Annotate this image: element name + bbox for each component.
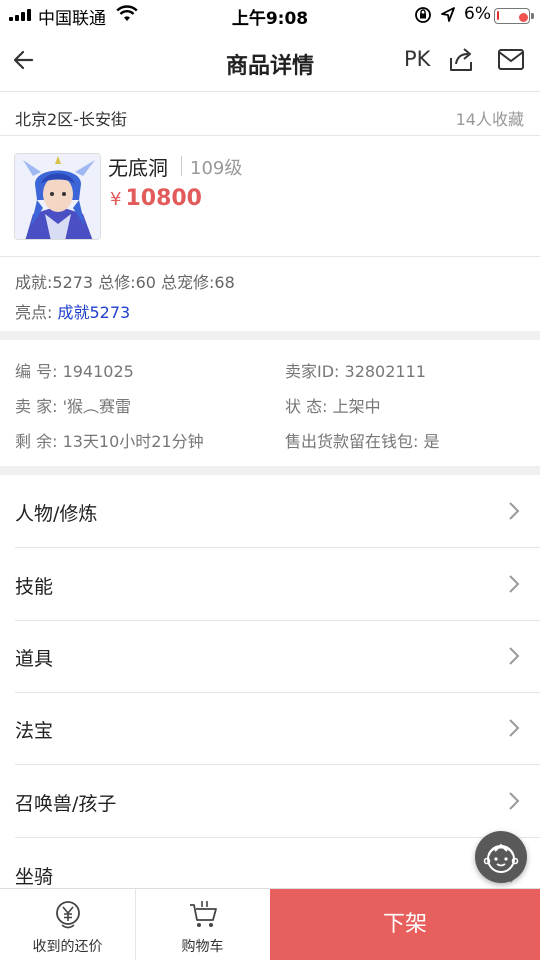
menu-item-label: 坐骑 <box>15 866 54 888</box>
item-level: 109级 <box>190 158 243 179</box>
menu-item-treasures[interactable]: 法宝 <box>0 692 540 765</box>
menu-item-label: 技能 <box>15 576 54 598</box>
listing-status: 状 态: 上架中 <box>285 397 381 416</box>
bottom-action-bar: 收到的还价 购物车 下架 <box>0 888 540 960</box>
seller-name: 卖 家: '猴︵赛雷 <box>15 397 131 416</box>
cart-icon <box>189 901 217 927</box>
stats-summary: 成就:5273 总修:60 总宠修:68 <box>15 273 235 292</box>
chevron-right-icon <box>509 502 520 520</box>
listing-info: 编 号: 1941025 卖家ID: 32802111 卖 家: '猴︵赛雷 状… <box>0 340 540 466</box>
assistant-face-icon <box>483 843 519 873</box>
chevron-right-icon <box>509 792 520 810</box>
share-icon[interactable] <box>446 44 476 74</box>
divider <box>181 156 182 176</box>
section-gap <box>0 466 540 475</box>
menu-item-label: 召唤兽/孩子 <box>15 793 117 815</box>
highlight-label: 亮点: <box>15 303 53 322</box>
menu-item-label: 法宝 <box>15 720 54 742</box>
menu-item-items[interactable]: 道具 <box>0 620 540 693</box>
highlight-value[interactable]: 成就5273 <box>58 303 131 322</box>
menu-item-character[interactable]: 人物/修炼 <box>0 475 540 548</box>
item-price: ¥10800 <box>110 186 202 211</box>
status-bar: 中国联通 上午9:08 6% <box>0 0 540 30</box>
delist-button[interactable]: 下架 <box>270 889 540 960</box>
currency-symbol: ¥ <box>110 189 122 210</box>
server-location: 北京2区-长安街 <box>15 110 127 129</box>
listing-id: 编 号: 1941025 <box>15 362 134 381</box>
menu-item-skills[interactable]: 技能 <box>0 548 540 621</box>
menu-item-label: 人物/修炼 <box>15 503 98 525</box>
favorite-count[interactable]: 14人收藏 <box>456 106 524 130</box>
mail-icon[interactable] <box>496 44 528 74</box>
offers-label: 收到的还价 <box>32 939 103 955</box>
item-card: 无底洞 109级 ¥10800 <box>0 136 540 257</box>
rotation-lock-icon <box>415 7 431 23</box>
pk-button[interactable]: PK <box>404 47 430 71</box>
chevron-right-icon <box>509 719 520 737</box>
battery-fill <box>497 11 499 20</box>
cart-label: 购物车 <box>181 939 224 955</box>
cart-tab[interactable]: 购物车 <box>135 889 270 960</box>
server-row: 北京2区-长安街 14人收藏 <box>0 92 540 136</box>
assistant-button[interactable] <box>475 831 527 883</box>
character-avatar[interactable] <box>14 153 101 240</box>
menu-item-label: 道具 <box>15 648 54 670</box>
wallet-setting: 售出货款留在钱包: 是 <box>285 432 440 451</box>
item-name: 无底洞 <box>108 156 168 180</box>
price-value: 10800 <box>125 186 202 211</box>
stats-section: 成就:5273 总修:60 总宠修:68 亮点: 成就5273 <box>0 257 540 331</box>
menu-item-summons[interactable]: 召唤兽/孩子 <box>0 765 540 838</box>
highlight-row: 亮点: 成就5273 <box>15 299 130 323</box>
time-remaining: 剩 余: 13天10小时21分钟 <box>15 432 204 451</box>
chevron-right-icon <box>509 575 520 593</box>
notification-dot <box>519 13 528 22</box>
nav-bar: 商品详情 PK <box>0 13 540 92</box>
chevron-right-icon <box>509 647 520 665</box>
location-arrow-icon <box>441 7 455 22</box>
battery-percent: 6% <box>464 4 491 24</box>
yen-coin-icon <box>55 901 80 929</box>
section-gap <box>0 331 540 340</box>
offers-tab[interactable]: 收到的还价 <box>0 889 135 960</box>
clock: 上午9:08 <box>231 9 309 29</box>
character-portrait-icon <box>15 154 100 239</box>
seller-id: 卖家ID: 32802111 <box>285 362 426 381</box>
